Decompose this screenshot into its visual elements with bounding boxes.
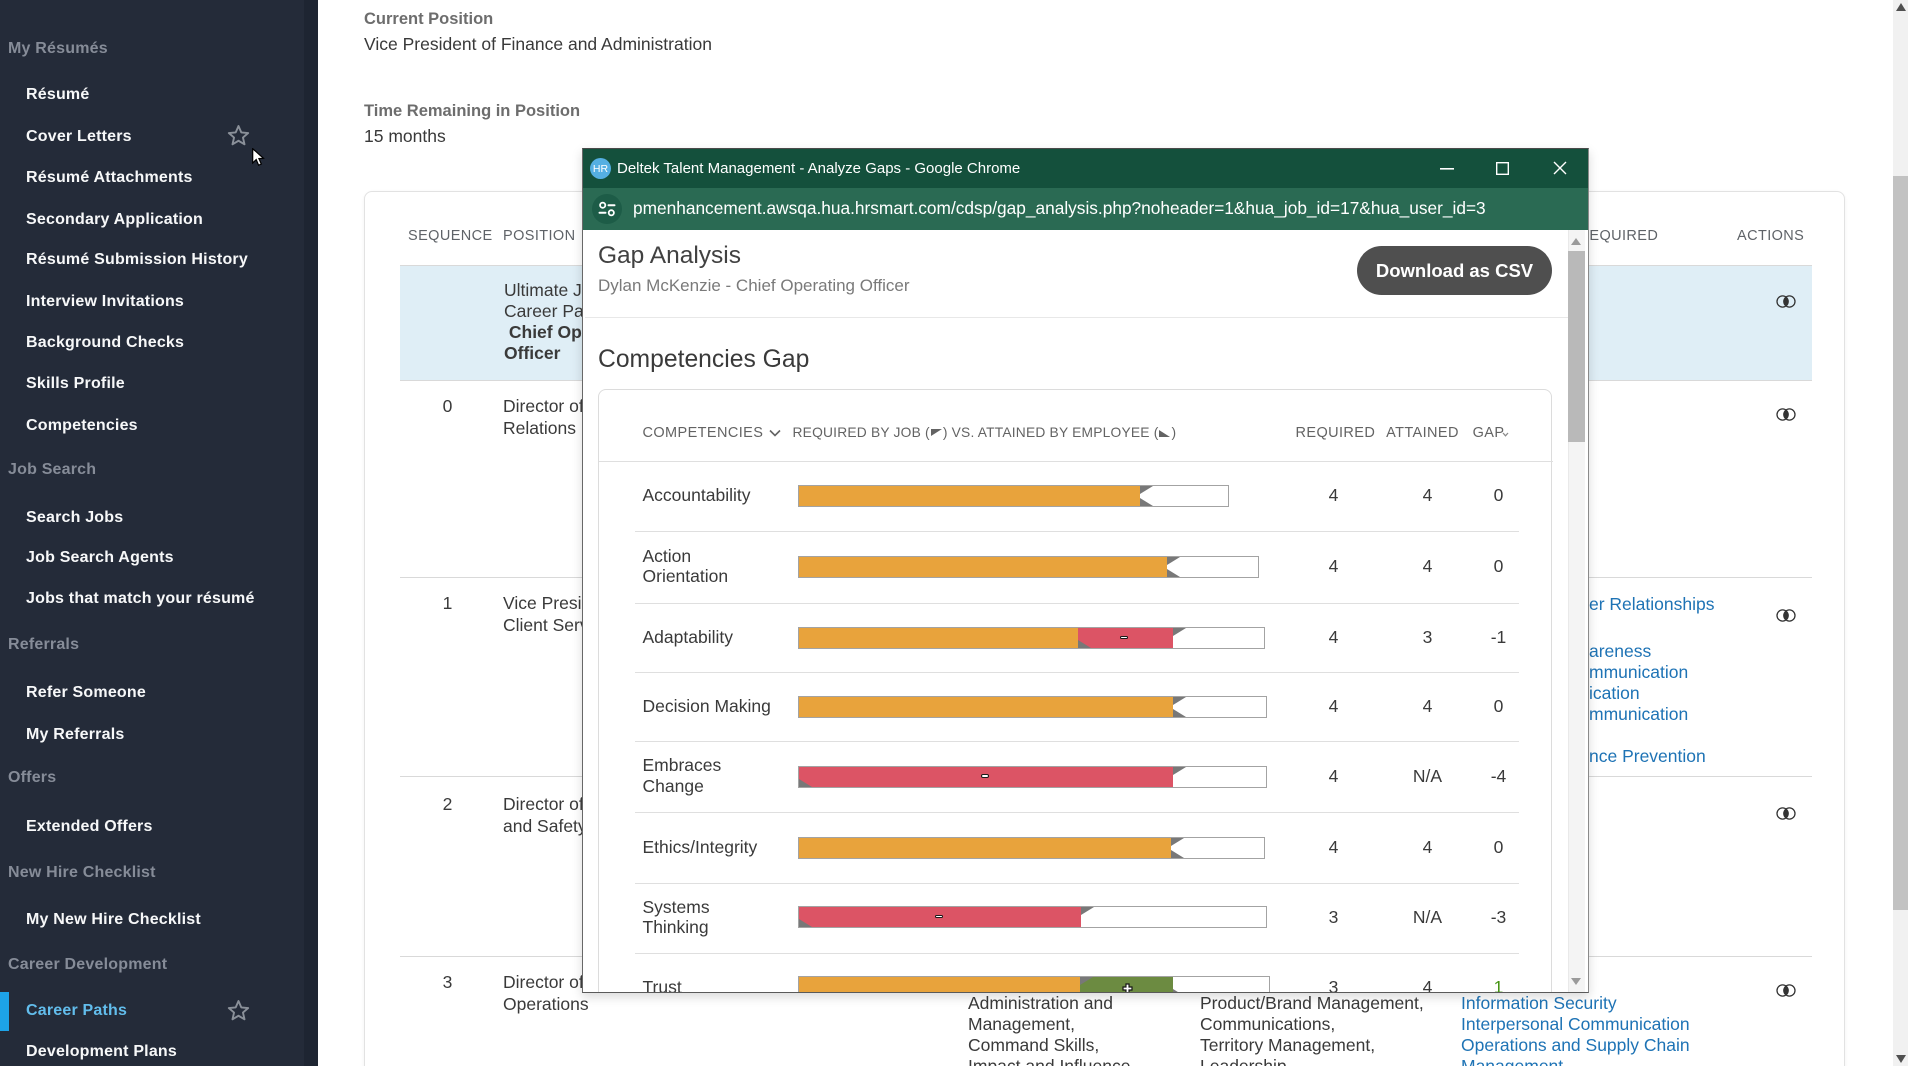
svg-text:HR: HR [593,163,609,175]
